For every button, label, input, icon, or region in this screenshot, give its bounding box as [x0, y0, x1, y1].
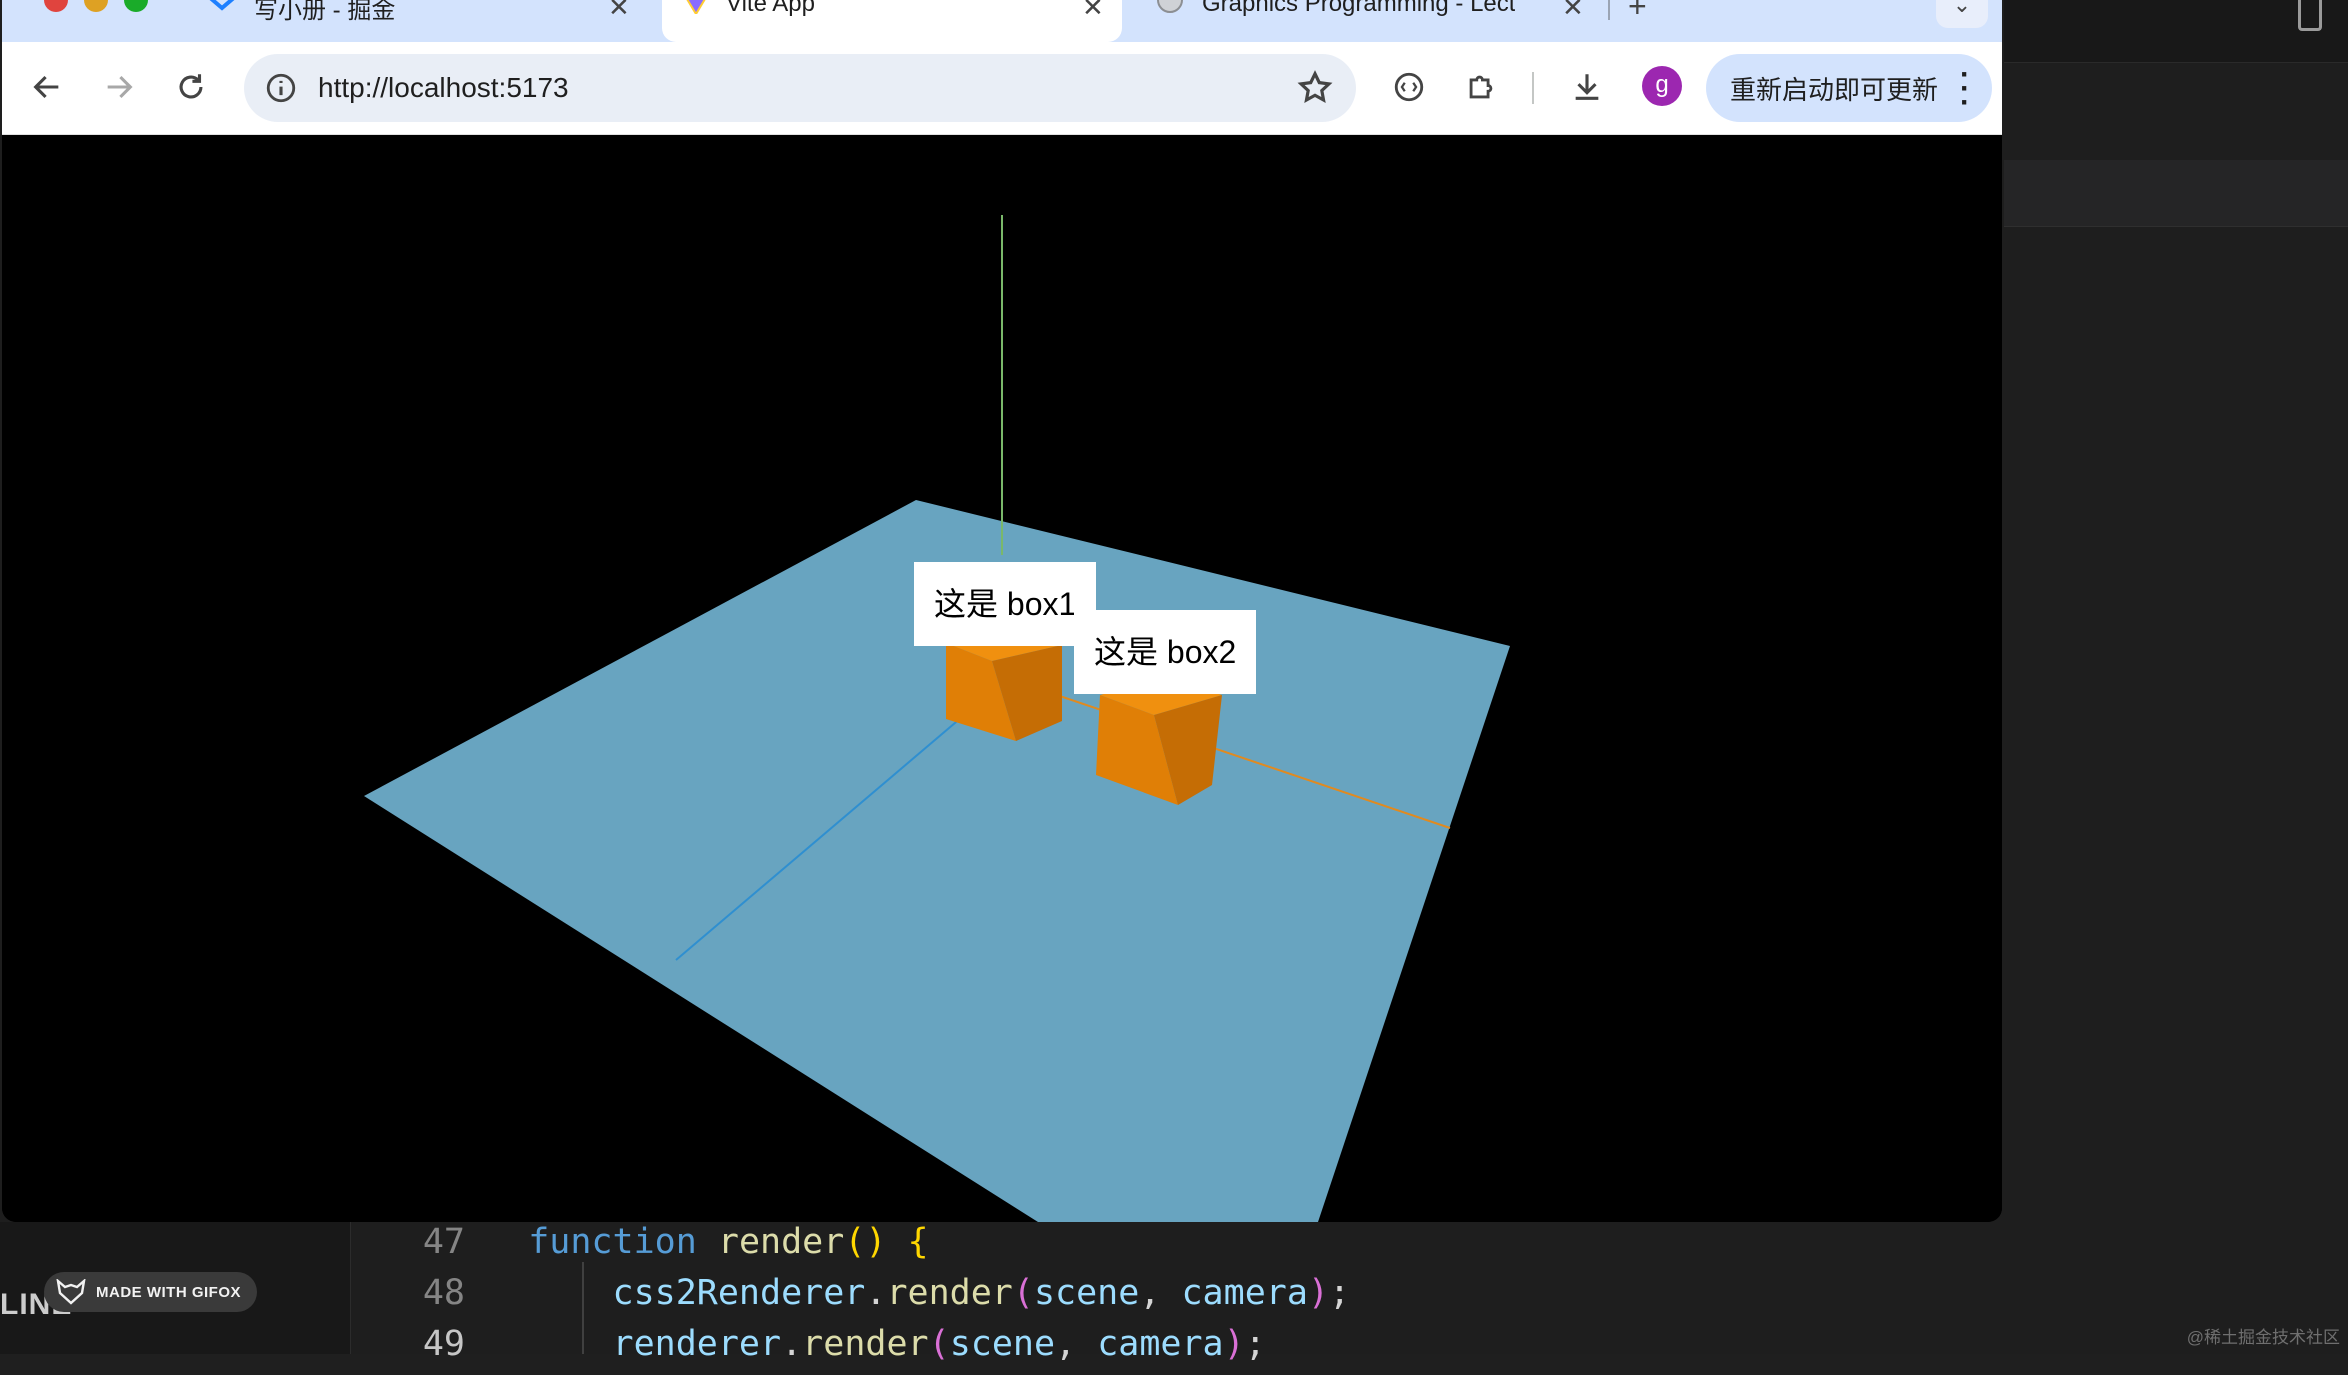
forward-arrow-icon[interactable]: [96, 64, 142, 110]
more-menu-icon[interactable]: · · ·: [1960, 60, 1970, 118]
address-url[interactable]: http://localhost:5173: [318, 72, 569, 104]
tab-title: 写小册 - 掘金: [254, 0, 396, 24]
indent-guide: [582, 1262, 584, 1354]
panel-toggle-icon[interactable]: [2298, 0, 2322, 31]
toolbar-separator: [1532, 72, 1534, 104]
close-tab-icon[interactable]: ✕: [1562, 0, 1584, 23]
code-token: scene: [949, 1324, 1056, 1364]
back-arrow-icon[interactable]: [24, 64, 70, 110]
profile-avatar[interactable]: g: [1642, 66, 1682, 106]
vite-favicon-icon: [682, 0, 710, 19]
site-info-icon[interactable]: [264, 71, 298, 105]
tab-title: Vite App: [726, 0, 815, 17]
fox-logo-icon: [56, 1279, 86, 1305]
tab-vite-app[interactable]: Vite App ✕: [662, 0, 1122, 42]
code-token: ,: [1139, 1273, 1182, 1313]
browser-toolbar: http://localhost:5173 g 重新启动即可更新 · · ·: [2, 42, 2002, 135]
code-token: scene: [1033, 1273, 1140, 1313]
new-tab-icon[interactable]: +: [1628, 0, 1647, 25]
code-token: function: [528, 1222, 697, 1262]
gifox-badge-text: MADE WITH GIFOX: [96, 1283, 241, 1301]
box2-label: 这是 box2: [1074, 610, 1257, 694]
extension-devtools-icon[interactable]: [1386, 64, 1432, 110]
tab-juejin[interactable]: 写小册 - 掘金 ✕: [192, 0, 642, 42]
code-token: render: [886, 1273, 1013, 1313]
code-line: 47 function render() {: [351, 1222, 929, 1273]
code-token: (): [844, 1222, 887, 1262]
box1-label: 这是 box1: [914, 562, 1097, 646]
webgl-canvas[interactable]: 这是 box1 这是 box2: [2, 135, 2002, 1222]
watermark: @稀土掘金技术社区: [2186, 1328, 2340, 1347]
code-line: 48 css2Renderer.render(scene, camera);: [351, 1273, 1350, 1324]
editor-title-bar: [2004, 0, 2348, 63]
code-token: css2Renderer: [528, 1273, 866, 1313]
code-token: ,: [1055, 1324, 1098, 1364]
tab-graphics-programming[interactable]: Graphics Programming - Lect ✕: [1132, 0, 1602, 42]
code-token: render: [802, 1324, 929, 1364]
line-number: 47: [422, 1222, 465, 1262]
code-token: ;: [1244, 1324, 1266, 1364]
code-token: (: [928, 1324, 950, 1364]
downloads-icon[interactable]: [1564, 64, 1610, 110]
relaunch-update-button[interactable]: 重新启动即可更新 · · ·: [1706, 54, 1992, 122]
code-line: 49 renderer.render(scene, camera);: [351, 1324, 1266, 1375]
code-token: (: [1012, 1273, 1034, 1313]
code-token: .: [781, 1324, 803, 1364]
reload-icon[interactable]: [168, 64, 214, 110]
zoom-window-button[interactable]: [124, 0, 148, 12]
code-token: ): [1307, 1273, 1329, 1313]
tab-separator: [1608, 0, 1610, 20]
bookmark-star-icon[interactable]: [1296, 69, 1334, 107]
code-token: camera: [1097, 1324, 1224, 1364]
globe-favicon-icon: [1156, 0, 1184, 19]
update-button-label: 重新启动即可更新: [1730, 74, 1939, 105]
code-token: renderer: [528, 1324, 782, 1364]
code-token: ): [1223, 1324, 1245, 1364]
minimize-window-button[interactable]: [84, 0, 108, 12]
code-editor[interactable]: 47 function render() { 48 css2Renderer.r…: [351, 1222, 2348, 1364]
code-token: ;: [1329, 1273, 1351, 1313]
code-token: render: [717, 1222, 845, 1262]
juejin-favicon-icon: [206, 0, 238, 17]
gifox-badge: MADE WITH GIFOX: [44, 1272, 257, 1312]
tab-search-chevron-icon[interactable]: ⌄: [1936, 0, 1988, 28]
close-tab-icon[interactable]: ✕: [608, 0, 630, 23]
line-number: 48: [422, 1273, 465, 1313]
tab-strip: 写小册 - 掘金 ✕ Vite App ✕ Graphics Programmi…: [2, 0, 2002, 42]
code-token: camera: [1181, 1273, 1308, 1313]
tab-title: Graphics Programming - Lect: [1202, 0, 1516, 17]
address-bar[interactable]: http://localhost:5173: [244, 54, 1356, 122]
code-token: .: [865, 1273, 887, 1313]
close-tab-icon[interactable]: ✕: [1082, 0, 1104, 23]
code-token: {: [907, 1222, 929, 1262]
browser-window: 写小册 - 掘金 ✕ Vite App ✕ Graphics Programmi…: [2, 0, 2002, 1222]
editor-tab-bar: [2004, 160, 2348, 227]
close-window-button[interactable]: [44, 0, 68, 12]
extensions-puzzle-icon[interactable]: [1458, 64, 1504, 110]
line-number: 49: [422, 1324, 465, 1364]
